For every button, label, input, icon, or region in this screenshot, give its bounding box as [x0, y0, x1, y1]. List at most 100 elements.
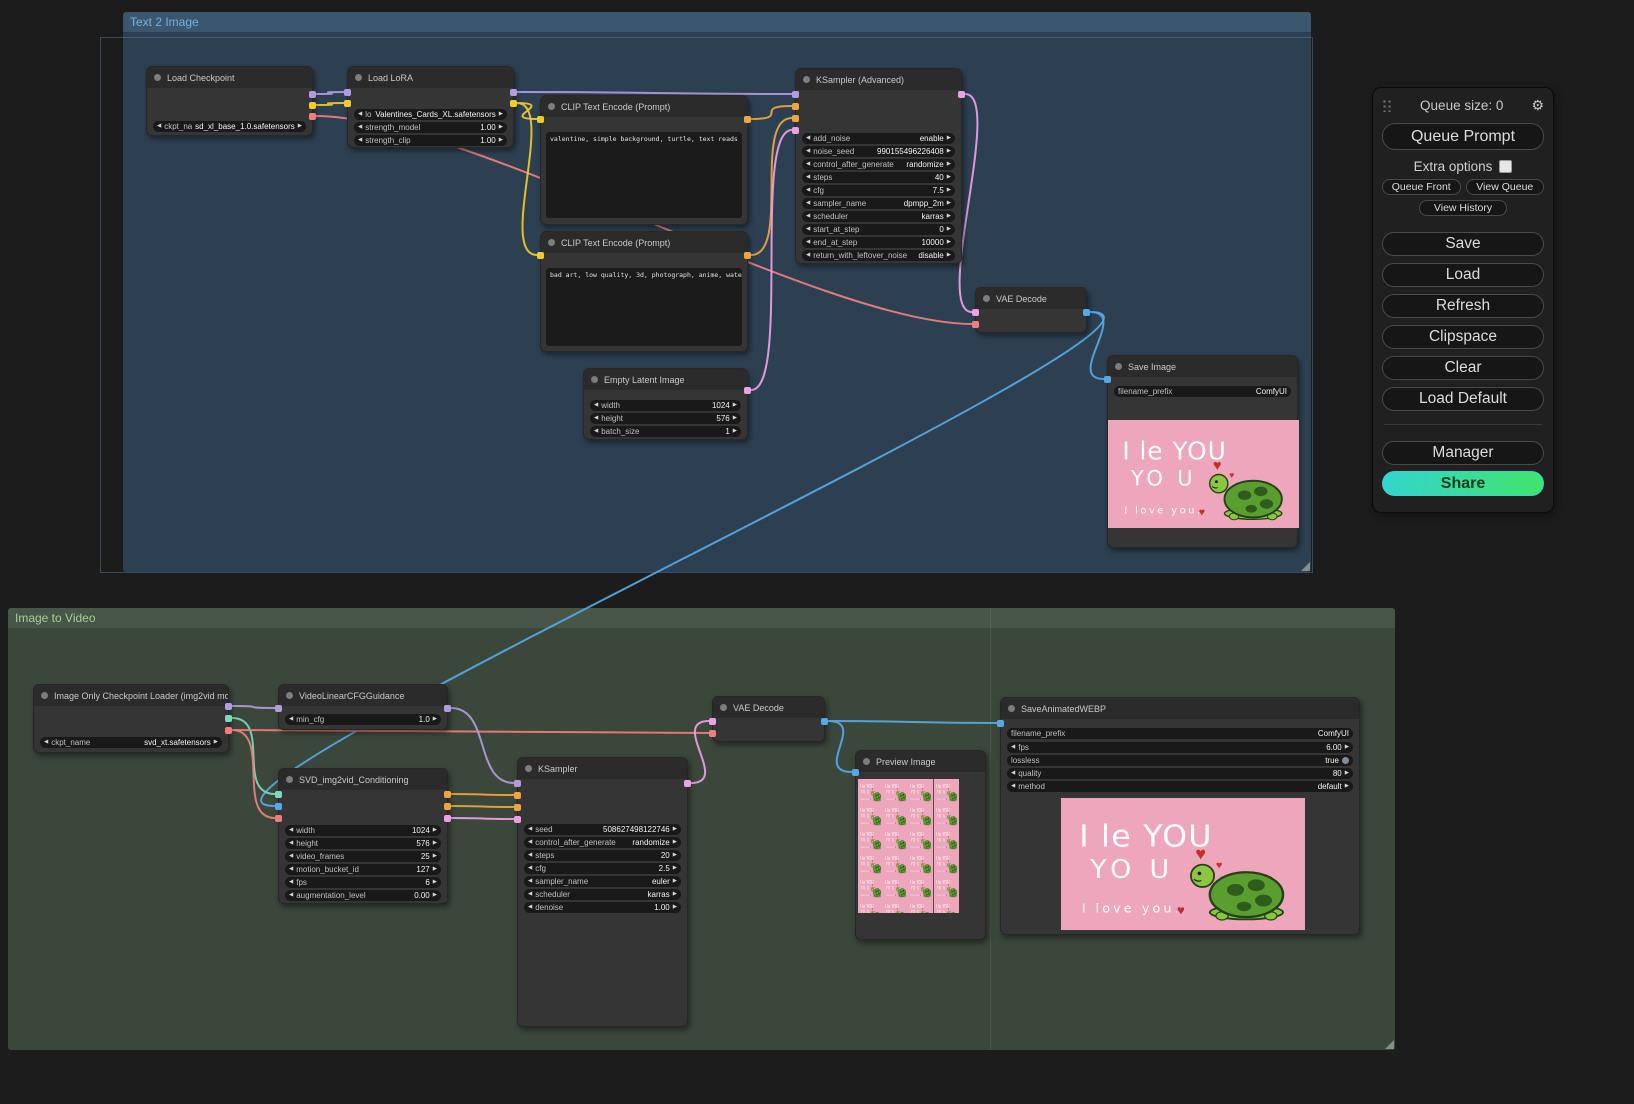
- node-title[interactable]: Save Image: [1108, 356, 1297, 377]
- node-title[interactable]: SaveAnimatedWEBP: [1001, 698, 1359, 719]
- widget-end_at_step[interactable]: ◀end_at_step10000▶: [802, 237, 955, 248]
- decrement-arrow-icon[interactable]: ◀: [358, 138, 362, 144]
- model-input-slot[interactable]: [344, 89, 351, 96]
- widget-lora_name[interactable]: ◀lora_nameValentines_Cards_XL.safetensor…: [354, 109, 507, 120]
- vae-input-slot[interactable]: [709, 730, 716, 737]
- increment-arrow-icon[interactable]: ▶: [947, 188, 951, 194]
- increment-arrow-icon[interactable]: ▶: [499, 125, 503, 131]
- latent-input-slot[interactable]: [792, 127, 799, 134]
- node-status-dot[interactable]: [1115, 363, 1122, 370]
- node-status-dot[interactable]: [803, 76, 810, 83]
- widget-augmentation_level[interactable]: ◀augmentation_level0.00▶: [285, 890, 441, 901]
- widget-seed[interactable]: ◀seed508627498122746▶: [524, 824, 681, 835]
- widget-add_noise[interactable]: ◀add_noiseenable▶: [802, 133, 955, 144]
- increment-arrow-icon[interactable]: ▶: [673, 879, 677, 885]
- increment-arrow-icon[interactable]: ▶: [947, 149, 951, 155]
- group-title-image2video[interactable]: Image to Video: [8, 608, 1395, 628]
- decrement-arrow-icon[interactable]: ◀: [806, 214, 810, 220]
- clear-button[interactable]: Clear: [1382, 356, 1544, 380]
- increment-arrow-icon[interactable]: ▶: [947, 227, 951, 233]
- increment-arrow-icon[interactable]: ▶: [947, 201, 951, 207]
- image-input-slot[interactable]: [852, 769, 859, 776]
- image-output-slot[interactable]: [821, 718, 828, 725]
- node-load_lora[interactable]: Load LoRA ◀lora_nameValentines_Cards_XL.s…: [347, 66, 514, 148]
- increment-arrow-icon[interactable]: ▶: [947, 136, 951, 142]
- model-output-slot[interactable]: [225, 703, 232, 710]
- node-status-dot[interactable]: [591, 376, 598, 383]
- clip-input-slot[interactable]: [344, 100, 351, 107]
- graph-canvas[interactable]: Text 2 ImageImage to Video Load Checkpoi…: [0, 0, 1634, 1104]
- increment-arrow-icon[interactable]: ▶: [673, 840, 677, 846]
- widget-min_cfg[interactable]: ◀min_cfg1.0▶: [285, 714, 441, 725]
- conditioning-input-slot[interactable]: [514, 792, 521, 799]
- conditioning-input-slot[interactable]: [792, 115, 799, 122]
- group-resize-handle[interactable]: [1385, 1040, 1394, 1049]
- latent-output-slot[interactable]: [444, 815, 451, 822]
- drag-handle-icon[interactable]: [1382, 99, 1392, 112]
- widget-strength_clip[interactable]: ◀strength_clip1.00▶: [354, 135, 507, 146]
- latent-input-slot[interactable]: [709, 718, 716, 725]
- widget-start_at_step[interactable]: ◀start_at_step0▶: [802, 224, 955, 235]
- increment-arrow-icon[interactable]: ▶: [214, 740, 218, 746]
- node-status-dot[interactable]: [286, 692, 293, 699]
- widget-sampler_name[interactable]: ◀sampler_nameeuler▶: [524, 876, 681, 887]
- decrement-arrow-icon[interactable]: ◀: [44, 740, 48, 746]
- node-status-dot[interactable]: [863, 758, 870, 765]
- increment-arrow-icon[interactable]: ▶: [947, 253, 951, 259]
- decrement-arrow-icon[interactable]: ◀: [528, 840, 532, 846]
- decrement-arrow-icon[interactable]: ◀: [806, 201, 810, 207]
- prompt-textarea[interactable]: bad art, low quality, 3d, photograph, an…: [546, 268, 742, 346]
- clip_vision-input-slot[interactable]: [275, 791, 282, 798]
- node-clip_neg[interactable]: CLIP Text Encode (Prompt) bad art, low qu…: [540, 231, 748, 352]
- vae-input-slot[interactable]: [972, 321, 979, 328]
- node-title[interactable]: KSampler: [518, 758, 687, 779]
- increment-arrow-icon[interactable]: ▶: [733, 416, 737, 422]
- widget-ckpt_name[interactable]: ◀ckpt_namesvd_xt.safetensors▶: [40, 737, 222, 748]
- decrement-arrow-icon[interactable]: ◀: [594, 429, 598, 435]
- model-input-slot[interactable]: [514, 780, 521, 787]
- widget-strength_model[interactable]: ◀strength_model1.00▶: [354, 122, 507, 133]
- node-save_image[interactable]: Save Imagefilename_prefixComfyUI I le YO…: [1107, 355, 1298, 548]
- node-status-dot[interactable]: [548, 103, 555, 110]
- decrement-arrow-icon[interactable]: ◀: [594, 403, 598, 409]
- decrement-arrow-icon[interactable]: ◀: [594, 416, 598, 422]
- node-status-dot[interactable]: [1008, 705, 1015, 712]
- view-history-button[interactable]: View History: [1419, 200, 1507, 216]
- increment-arrow-icon[interactable]: ▶: [733, 403, 737, 409]
- widget-noise_seed[interactable]: ◀noise_seed990155496226408▶: [802, 146, 955, 157]
- increment-arrow-icon[interactable]: ▶: [433, 854, 437, 860]
- widget-sampler_name[interactable]: ◀sampler_namedpmpp_2m▶: [802, 198, 955, 209]
- node-title[interactable]: Preview Image: [856, 751, 985, 772]
- model-input-slot[interactable]: [792, 91, 799, 98]
- node-title[interactable]: Load LoRA: [348, 67, 513, 88]
- decrement-arrow-icon[interactable]: ◀: [528, 853, 532, 859]
- node-img_only_ckpt[interactable]: Image Only Checkpoint Loader (img2vid mo…: [33, 684, 229, 753]
- latent-output-slot[interactable]: [744, 387, 751, 394]
- node-ksampler_adv[interactable]: KSampler (Advanced)◀add_noiseenable▶◀noi…: [795, 68, 962, 264]
- increment-arrow-icon[interactable]: ▶: [673, 892, 677, 898]
- increment-arrow-icon[interactable]: ▶: [298, 124, 302, 130]
- increment-arrow-icon[interactable]: ▶: [499, 112, 503, 118]
- load-default-button[interactable]: Load Default: [1382, 387, 1544, 411]
- load-button[interactable]: Load: [1382, 263, 1544, 287]
- widget-method[interactable]: ◀methoddefault▶: [1007, 781, 1353, 792]
- decrement-arrow-icon[interactable]: ◀: [528, 827, 532, 833]
- widget-scheduler[interactable]: ◀schedulerkarras▶: [524, 889, 681, 900]
- vae-output-slot[interactable]: [309, 113, 316, 120]
- clip-input-slot[interactable]: [537, 252, 544, 259]
- node-status-dot[interactable]: [286, 776, 293, 783]
- node-title[interactable]: Image Only Checkpoint Loader (img2vid mo…: [34, 685, 228, 706]
- widget-filename_prefix[interactable]: filename_prefixComfyUI: [1114, 386, 1291, 397]
- node-status-dot[interactable]: [355, 74, 362, 81]
- node-vae_decode_1[interactable]: VAE Decode: [975, 287, 1087, 333]
- widget-ckpt_name[interactable]: ◀ckpt_namesd_xl_base_1.0.safetensors▶: [153, 121, 306, 132]
- decrement-arrow-icon[interactable]: ◀: [289, 828, 293, 834]
- widget-height[interactable]: ◀height576▶: [590, 413, 741, 424]
- clip_vision-output-slot[interactable]: [225, 715, 232, 722]
- gear-icon[interactable]: ⚙: [1531, 97, 1544, 114]
- conditioning-output-slot[interactable]: [444, 803, 451, 810]
- model-output-slot[interactable]: [510, 89, 517, 96]
- node-title[interactable]: CLIP Text Encode (Prompt): [541, 232, 747, 253]
- decrement-arrow-icon[interactable]: ◀: [289, 841, 293, 847]
- increment-arrow-icon[interactable]: ▶: [947, 240, 951, 246]
